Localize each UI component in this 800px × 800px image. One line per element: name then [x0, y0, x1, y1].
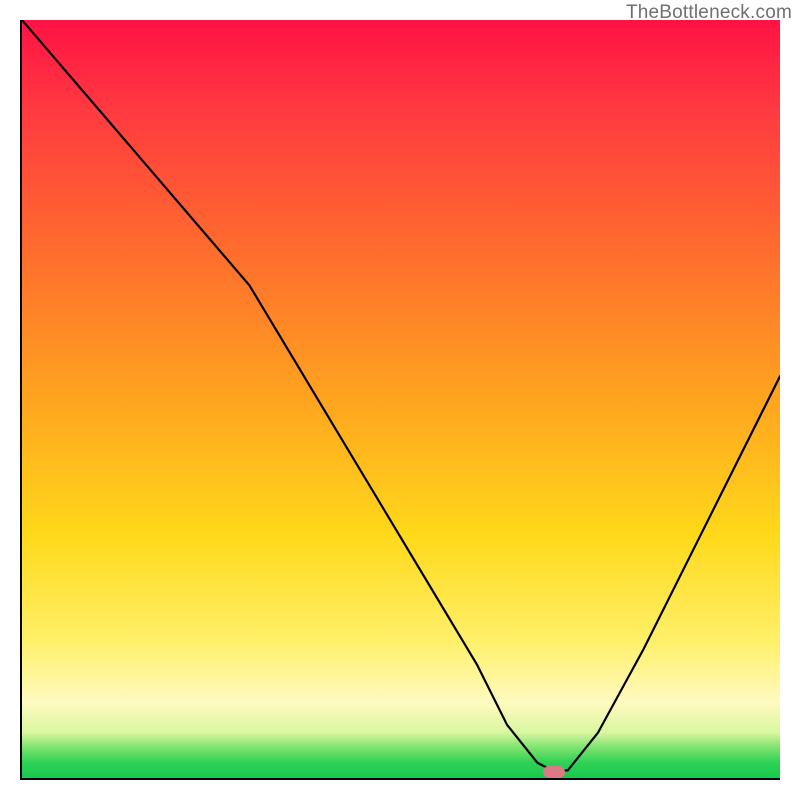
bottleneck-curve — [22, 20, 780, 778]
chart-canvas: TheBottleneck.com — [0, 0, 800, 800]
optimum-marker — [543, 766, 565, 778]
plot-area — [20, 20, 780, 780]
